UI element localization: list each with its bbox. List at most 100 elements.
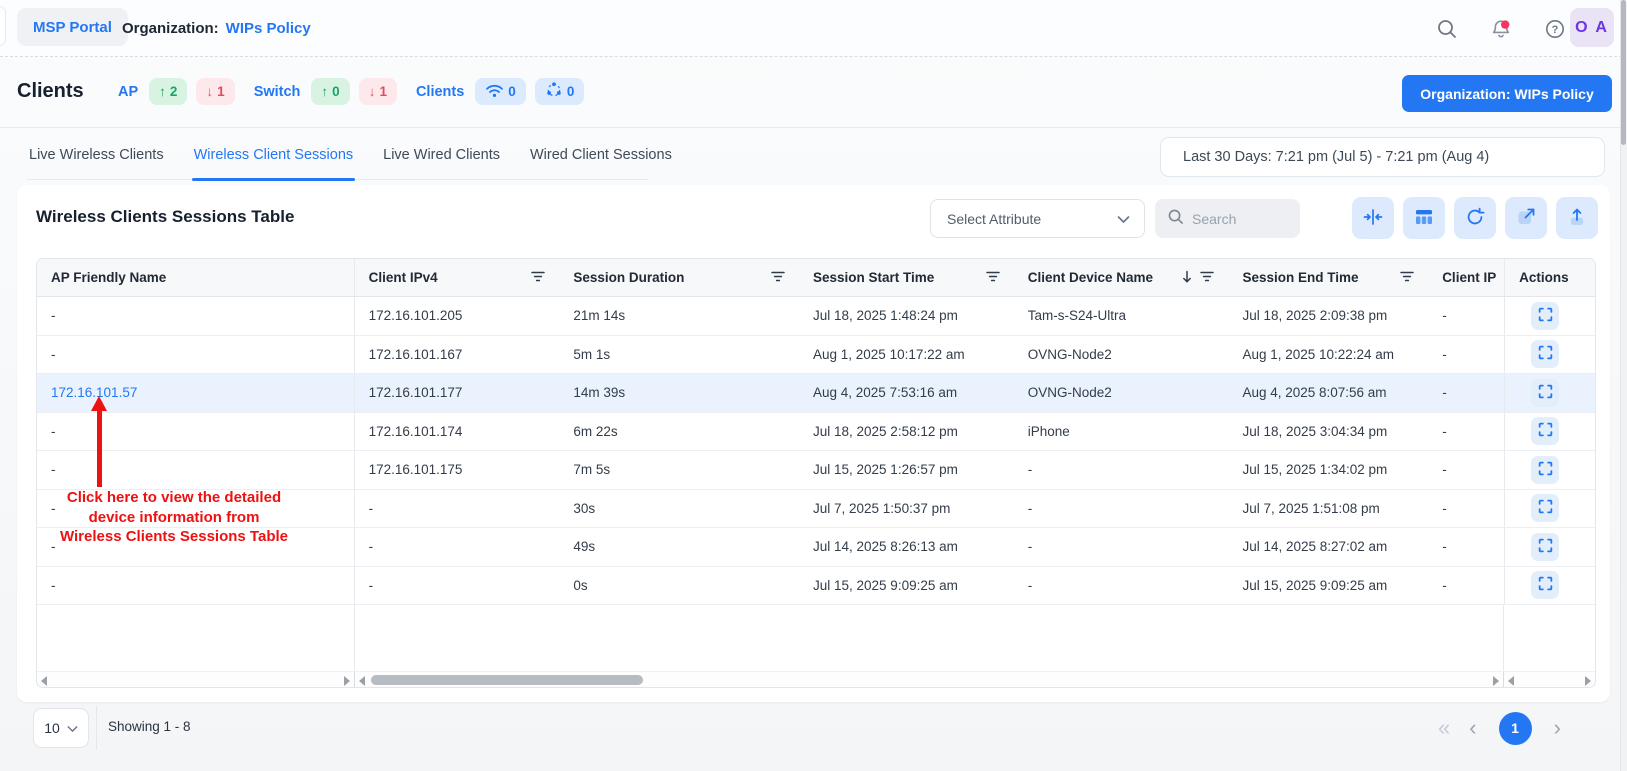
tab-wired-client-sessions[interactable]: Wired Client Sessions	[528, 147, 674, 179]
table-row[interactable]: - - 0s Jul 15, 2025 9:09:25 am - Jul 15,…	[37, 567, 1595, 606]
table-row[interactable]: - 172.16.101.174 6m 22s Jul 18, 2025 2:5…	[37, 413, 1595, 452]
expand-row-button[interactable]	[1531, 571, 1559, 599]
cell-client-ipv4: 172.16.101.167	[355, 336, 560, 374]
switch-stat-label[interactable]: Switch	[254, 84, 301, 100]
expand-row-button[interactable]	[1531, 417, 1559, 445]
help-icon[interactable]: ?	[1543, 17, 1567, 41]
filter-icon[interactable]	[531, 270, 545, 285]
expand-row-button[interactable]	[1531, 494, 1559, 522]
columns-icon	[1414, 207, 1434, 230]
scroll-left-arrow[interactable]	[1508, 676, 1514, 686]
cell-client-ipv6: -	[1428, 336, 1504, 374]
table-title: Wireless Clients Sessions Table	[36, 207, 294, 227]
table-header-row: AP Friendly Name Client IPv4 Session Dur…	[37, 259, 1595, 297]
cell-client-ipv6: -	[1428, 413, 1504, 451]
cell-session-end-time: Jul 18, 2025 3:04:34 pm	[1228, 413, 1428, 451]
date-range-value: Last 30 Days: 7:21 pm (Jul 5) - 7:21 pm …	[1183, 149, 1489, 165]
cell-client-device-name: -	[1014, 451, 1229, 489]
scroll-left-arrow[interactable]	[41, 676, 47, 686]
cell-session-start-time: Jul 7, 2025 1:50:37 pm	[799, 490, 1014, 528]
ap-down-badge[interactable]: ↓1	[196, 78, 234, 105]
frozen-column-scrollbar[interactable]	[37, 672, 355, 688]
previous-page-button[interactable]: ‹	[1469, 710, 1476, 746]
tab-live-wireless-clients[interactable]: Live Wireless Clients	[27, 147, 166, 179]
cell-session-start-time: Aug 1, 2025 10:17:22 am	[799, 336, 1014, 374]
expand-row-button[interactable]	[1531, 340, 1559, 368]
ap-up-badge[interactable]: ↑2	[149, 78, 187, 105]
scroll-right-arrow[interactable]	[1585, 676, 1591, 686]
cell-actions	[1504, 374, 1595, 412]
arrow-up-icon: ↑	[321, 84, 328, 99]
main-horizontal-scrollbar[interactable]	[355, 672, 1505, 688]
cell-client-ipv4: 172.16.101.175	[355, 451, 560, 489]
expand-row-button[interactable]	[1531, 302, 1559, 330]
filter-icon[interactable]	[1400, 270, 1414, 285]
arrow-down-icon: ↓	[369, 84, 376, 99]
page-size-select[interactable]: 10	[33, 708, 89, 748]
col-header-ap-friendly-name[interactable]: AP Friendly Name	[37, 259, 355, 296]
first-page-button[interactable]: «	[1438, 710, 1447, 746]
msp-portal-button[interactable]: MSP Portal	[17, 8, 128, 46]
organization-link[interactable]: WIPs Policy	[226, 20, 311, 37]
page-title: Clients	[17, 80, 84, 103]
select-attribute-dropdown[interactable]: Select Attribute	[930, 199, 1145, 238]
expand-row-button[interactable]	[1531, 379, 1559, 407]
tab-live-wired-clients[interactable]: Live Wired Clients	[381, 147, 502, 179]
scroll-left-arrow[interactable]	[359, 676, 365, 686]
browser-vertical-scrollbar[interactable]	[1620, 0, 1627, 771]
search-icon[interactable]	[1435, 17, 1459, 41]
msp-portal-label: MSP Portal	[33, 19, 112, 36]
open-fullscreen-button[interactable]	[1505, 197, 1547, 239]
col-header-session-duration[interactable]: Session Duration	[559, 259, 799, 296]
user-avatar[interactable]: O A	[1570, 8, 1614, 47]
cell-actions	[1504, 490, 1595, 528]
col-header-client-device-name[interactable]: Client Device Name	[1014, 259, 1229, 296]
scroll-right-arrow[interactable]	[344, 676, 350, 686]
scrollbar-thumb[interactable]	[371, 675, 643, 685]
switch-up-badge[interactable]: ↑0	[311, 78, 349, 105]
fullscreen-brackets-icon	[1537, 421, 1554, 441]
organization-wips-policy-button[interactable]: Organization: WIPs Policy	[1402, 75, 1612, 112]
switch-down-badge[interactable]: ↓1	[359, 78, 397, 105]
cell-ap-friendly-name: -	[37, 413, 355, 451]
collapse-columns-button[interactable]	[1352, 197, 1394, 239]
cell-ap-friendly-name: 172.16.101.57	[37, 374, 355, 412]
col-header-client-ipv4[interactable]: Client IPv4	[355, 259, 560, 296]
wifi-clients-badge[interactable]: 0	[475, 78, 526, 105]
notifications-bell-icon[interactable]	[1489, 17, 1513, 41]
expand-row-button[interactable]	[1531, 456, 1559, 484]
table-row[interactable]: - 172.16.101.175 7m 5s Jul 15, 2025 1:26…	[37, 451, 1595, 490]
cell-ap-friendly-name: -	[37, 336, 355, 374]
next-page-button[interactable]: ›	[1554, 710, 1561, 746]
arrow-up-icon: ↑	[159, 84, 166, 99]
table-row[interactable]: - 172.16.101.167 5m 1s Aug 1, 2025 10:17…	[37, 336, 1595, 375]
table-row[interactable]: - 172.16.101.205 21m 14s Jul 18, 2025 1:…	[37, 297, 1595, 336]
col-header-session-start-time[interactable]: Session Start Time	[799, 259, 1014, 296]
cell-session-end-time: Jul 15, 2025 1:34:02 pm	[1228, 451, 1428, 489]
ap-stat-label[interactable]: AP	[118, 84, 138, 100]
vertical-scrollbar-thumb[interactable]	[1621, 0, 1626, 145]
tab-wireless-client-sessions[interactable]: Wireless Client Sessions	[192, 147, 356, 179]
export-upload-icon	[1567, 207, 1587, 230]
table-row[interactable]: 172.16.101.57 172.16.101.177 14m 39s Aug…	[37, 374, 1595, 413]
clients-stat-label[interactable]: Clients	[416, 84, 464, 100]
col-header-actions: Actions	[1504, 259, 1595, 296]
mesh-clients-badge[interactable]: 0	[535, 78, 585, 105]
refresh-button[interactable]	[1454, 197, 1496, 239]
search-input[interactable]	[1192, 211, 1287, 227]
svg-text:?: ?	[1552, 24, 1559, 36]
filter-icon[interactable]	[986, 270, 1000, 285]
filter-icon[interactable]	[1200, 270, 1214, 285]
expand-row-button[interactable]	[1531, 533, 1559, 561]
sort-descending-icon[interactable]	[1182, 270, 1192, 286]
scroll-right-arrow[interactable]	[1493, 676, 1499, 686]
current-page-button[interactable]: 1	[1499, 712, 1532, 745]
date-range-picker[interactable]: Last 30 Days: 7:21 pm (Jul 5) - 7:21 pm …	[1160, 137, 1605, 177]
col-header-client-ipv6[interactable]: Client IP	[1428, 259, 1504, 296]
manage-columns-button[interactable]	[1403, 197, 1445, 239]
col-header-session-end-time[interactable]: Session End Time	[1228, 259, 1428, 296]
cell-session-end-time: Jul 15, 2025 9:09:25 am	[1228, 567, 1428, 605]
export-button[interactable]	[1556, 197, 1598, 239]
filter-icon[interactable]	[771, 270, 785, 285]
actions-column-scrollbar[interactable]	[1504, 672, 1595, 688]
